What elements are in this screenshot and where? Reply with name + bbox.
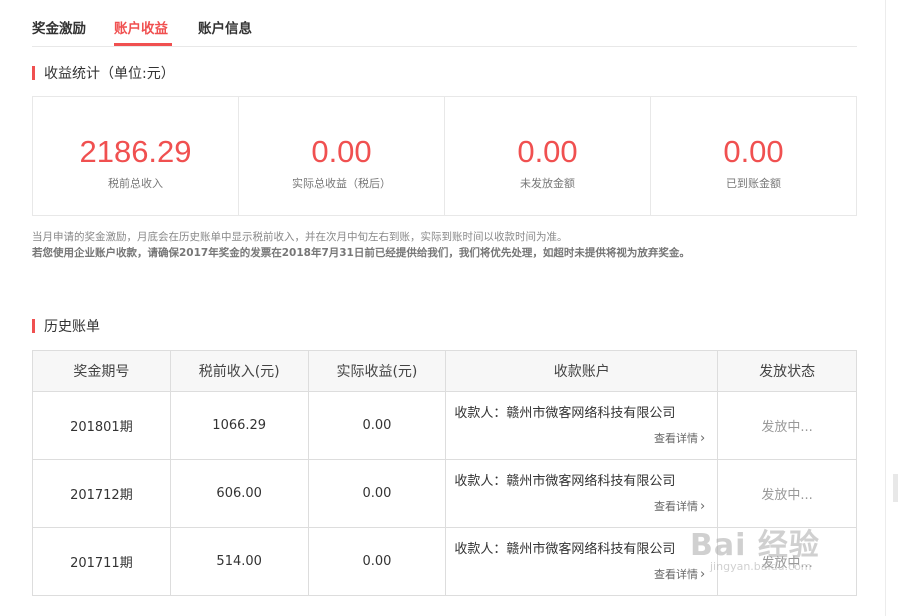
table-row: 201711期 514.00 0.00 收款人：赣州市微客网络科技有限公司 查看…	[32, 527, 857, 596]
view-details-link[interactable]: 查看详情 ›	[654, 498, 705, 514]
section-marker	[32, 319, 35, 333]
cell-account: 收款人：赣州市微客网络科技有限公司 查看详情 ›	[445, 527, 719, 596]
stat-label: 已到账金额	[726, 177, 781, 190]
stat-label: 税前总收入	[108, 177, 163, 190]
history-section-title: 历史账单	[32, 316, 100, 336]
history-section-title-text: 历史账单	[44, 319, 100, 335]
right-divider	[885, 0, 886, 616]
notice-line: 当月申请的奖金激励，月底会在历史账单中显示税前收入，并在次月中旬左右到账，实际到…	[32, 231, 568, 243]
cell-period: 201801期	[32, 391, 171, 460]
cell-status: 发放中...	[717, 459, 857, 528]
view-details-link[interactable]: 查看详情 ›	[654, 566, 705, 582]
notice-line-bold: 若您使用企业账户收款，请确保2017年奖金的发票在2018年7月31日前已经提供…	[32, 247, 690, 259]
stat-pretax-total: 2186.29 税前总收入	[33, 97, 239, 215]
side-float-tab[interactable]	[893, 474, 898, 502]
view-details-label: 查看详情	[654, 432, 699, 445]
stats-panel: 2186.29 税前总收入 0.00 实际总收益（税后） 0.00 未发放金额 …	[32, 96, 857, 216]
stat-value: 0.00	[723, 134, 784, 169]
cell-pretax: 606.00	[169, 459, 309, 528]
header-account: 收款账户	[445, 350, 719, 392]
cell-period: 201712期	[32, 459, 171, 528]
cell-pretax: 1066.29	[169, 391, 309, 460]
view-details-label: 查看详情	[654, 500, 699, 513]
tab-bar: 奖金激励 账户收益 账户信息	[32, 0, 857, 47]
table-row: 201712期 606.00 0.00 收款人：赣州市微客网络科技有限公司 查看…	[32, 459, 857, 528]
tab-bonus-incentive[interactable]: 奖金激励	[32, 17, 86, 37]
payee-text: 收款人：赣州市微客网络科技有限公司	[454, 474, 676, 489]
stats-section-title: 收益统计（单位:元）	[32, 63, 175, 83]
section-marker	[32, 66, 35, 80]
cell-status: 发放中...	[717, 391, 857, 460]
table-header-row: 奖金期号 税前收入(元) 实际收益(元) 收款账户 发放状态	[32, 350, 857, 392]
active-tab-indicator	[114, 43, 172, 46]
header-period: 奖金期号	[32, 350, 171, 392]
stat-received: 0.00 已到账金额	[651, 97, 856, 215]
stat-actual-total: 0.00 实际总收益（税后）	[239, 97, 445, 215]
cell-actual: 0.00	[307, 391, 447, 460]
stat-unpaid: 0.00 未发放金额	[445, 97, 651, 215]
stat-value: 2186.29	[79, 134, 192, 169]
cell-status: 发放中...	[717, 527, 857, 596]
notice-text: 当月申请的奖金激励，月底会在历史账单中显示税前收入，并在次月中旬左右到账，实际到…	[32, 229, 872, 261]
stat-value: 0.00	[517, 134, 578, 169]
cell-pretax: 514.00	[169, 527, 309, 596]
chevron-right-icon: ›	[700, 431, 706, 446]
view-details-label: 查看详情	[654, 568, 699, 581]
stats-section-title-text: 收益统计（单位:元）	[44, 66, 175, 82]
payee-text: 收款人：赣州市微客网络科技有限公司	[454, 542, 676, 557]
chevron-right-icon: ›	[700, 567, 706, 582]
history-table: 奖金期号 税前收入(元) 实际收益(元) 收款账户 发放状态 201801期 1…	[32, 350, 857, 596]
cell-period: 201711期	[32, 527, 171, 596]
cell-account: 收款人：赣州市微客网络科技有限公司 查看详情 ›	[445, 459, 719, 528]
table-row: 201801期 1066.29 0.00 收款人：赣州市微客网络科技有限公司 查…	[32, 391, 857, 460]
cell-account: 收款人：赣州市微客网络科技有限公司 查看详情 ›	[445, 391, 719, 460]
stat-label: 未发放金额	[520, 177, 575, 190]
view-details-link[interactable]: 查看详情 ›	[654, 430, 705, 446]
tab-account-earnings[interactable]: 账户收益	[114, 17, 168, 37]
cell-actual: 0.00	[307, 527, 447, 596]
stat-value: 0.00	[311, 134, 372, 169]
chevron-right-icon: ›	[700, 499, 706, 514]
payee-text: 收款人：赣州市微客网络科技有限公司	[454, 406, 676, 421]
cell-actual: 0.00	[307, 459, 447, 528]
header-pretax: 税前收入(元)	[169, 350, 309, 392]
stat-label: 实际总收益（税后）	[292, 177, 391, 190]
header-status: 发放状态	[717, 350, 857, 392]
header-actual: 实际收益(元)	[307, 350, 447, 392]
tab-account-info[interactable]: 账户信息	[198, 17, 252, 37]
